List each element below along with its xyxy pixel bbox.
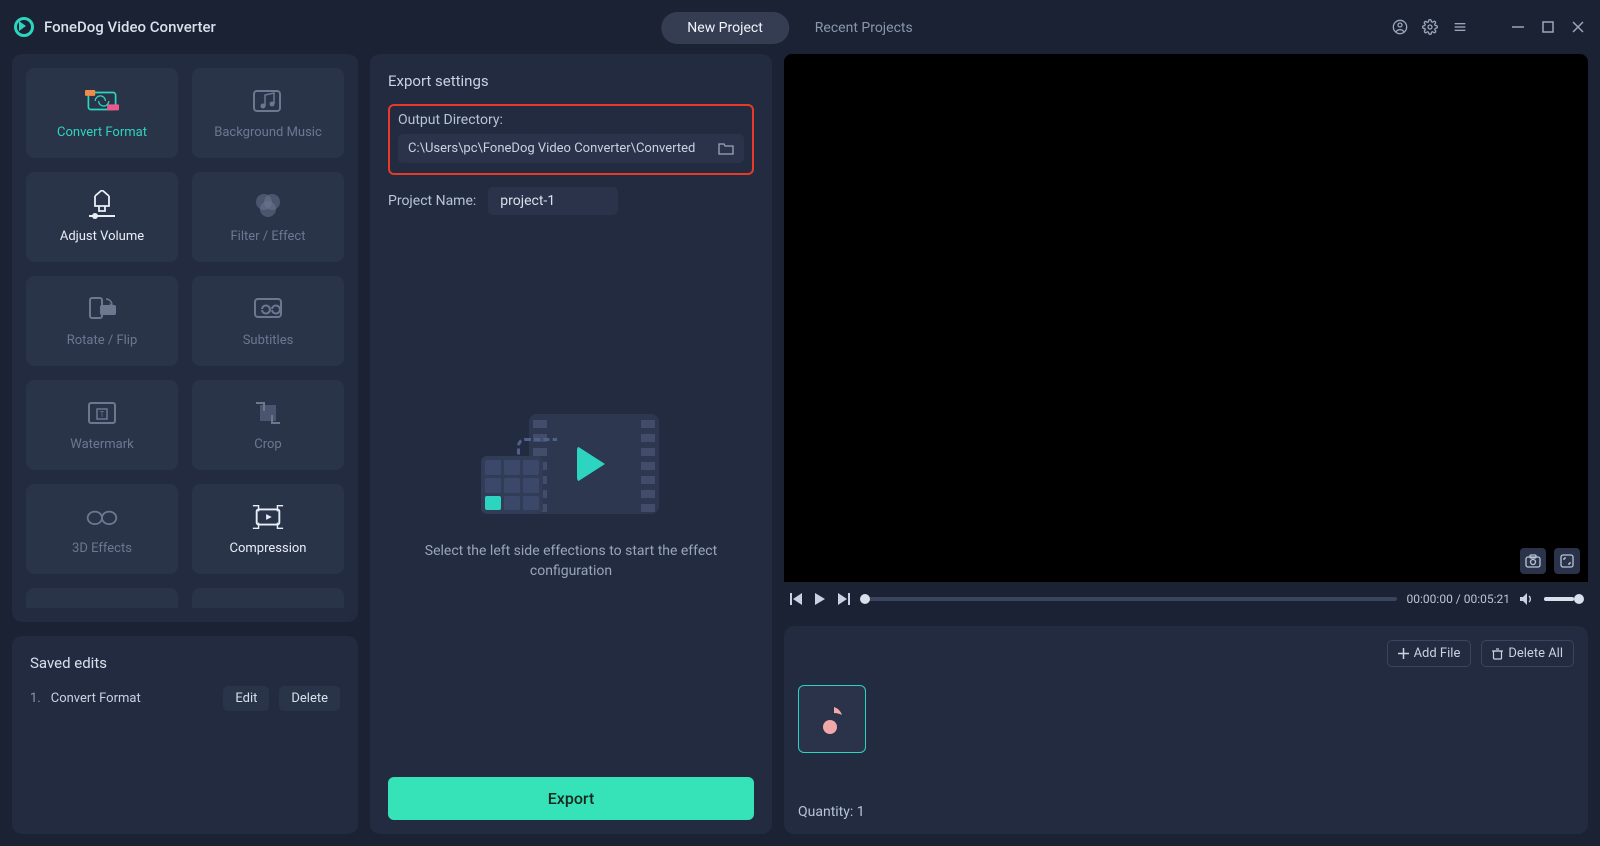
account-icon[interactable] bbox=[1392, 19, 1408, 35]
effect-adjust-volume[interactable]: Adjust Volume bbox=[26, 172, 178, 262]
saved-edits-title: Saved edits bbox=[30, 654, 340, 672]
tile-label: Compression bbox=[230, 541, 307, 556]
convert-format-icon bbox=[85, 87, 119, 115]
3d-glasses-icon bbox=[85, 503, 119, 531]
delete-all-button[interactable]: Delete All bbox=[1481, 640, 1574, 667]
illustration-area: Select the left side effections to start… bbox=[388, 215, 754, 777]
saved-edit-row: 1. Convert Format Edit Delete bbox=[30, 686, 340, 711]
effect-extra-1[interactable] bbox=[26, 588, 178, 608]
export-button[interactable]: Export bbox=[388, 777, 754, 820]
output-directory-value: C:\Users\pc\FoneDog Video Converter\Conv… bbox=[408, 141, 718, 156]
watermark-icon: T bbox=[85, 399, 119, 427]
snapshot-icon[interactable] bbox=[1520, 548, 1546, 574]
tile-label: Crop bbox=[254, 437, 281, 452]
tile-label: Convert Format bbox=[57, 125, 147, 140]
project-name-label: Project Name: bbox=[388, 193, 476, 209]
titlebar: FoneDog Video Converter New Project Rece… bbox=[0, 0, 1600, 54]
player-controls: 00:00:00 / 00:05:21 bbox=[784, 582, 1588, 616]
crop-icon bbox=[251, 399, 285, 427]
time-display: 00:00:00 / 00:05:21 bbox=[1407, 592, 1510, 606]
tab-new-project[interactable]: New Project bbox=[661, 12, 789, 44]
tile-label: Filter / Effect bbox=[231, 229, 306, 244]
project-name-row: Project Name: project-1 bbox=[388, 187, 754, 215]
close-icon[interactable] bbox=[1570, 19, 1586, 35]
delete-all-label: Delete All bbox=[1508, 646, 1563, 661]
titlebar-right bbox=[1392, 19, 1586, 35]
tile-label: 3D Effects bbox=[72, 541, 132, 556]
tile-label: Rotate / Flip bbox=[67, 333, 138, 348]
tile-label: Watermark bbox=[70, 437, 133, 452]
effect-filter-effect[interactable]: Filter / Effect bbox=[192, 172, 344, 262]
file-thumbnails bbox=[798, 685, 1574, 753]
files-panel: Add File Delete All Quantity: 1 bbox=[784, 626, 1588, 834]
files-toolbar: Add File Delete All bbox=[798, 640, 1574, 667]
output-directory-group: Output Directory: C:\Users\pc\FoneDog Vi… bbox=[388, 104, 754, 175]
saved-edit-name: Convert Format bbox=[51, 691, 214, 706]
effect-3d-effects[interactable]: 3D Effects bbox=[26, 484, 178, 574]
video-preview[interactable] bbox=[784, 54, 1588, 582]
compression-icon bbox=[251, 503, 285, 531]
play-icon[interactable] bbox=[814, 593, 826, 605]
quantity-label: Quantity: 1 bbox=[798, 804, 1574, 820]
fullscreen-icon[interactable] bbox=[1554, 548, 1580, 574]
saved-edit-button[interactable]: Edit bbox=[223, 686, 269, 711]
music-icon bbox=[251, 87, 285, 115]
sidebar: Convert Format Background Music Adjust V… bbox=[12, 54, 358, 834]
placeholder-illustration-icon bbox=[481, 410, 661, 518]
effect-crop[interactable]: Crop bbox=[192, 380, 344, 470]
volume-slider[interactable] bbox=[1544, 597, 1582, 601]
browse-folder-icon[interactable] bbox=[718, 142, 734, 156]
settings-icon[interactable] bbox=[1422, 19, 1438, 35]
next-icon[interactable] bbox=[836, 593, 850, 605]
output-directory-label: Output Directory: bbox=[398, 112, 744, 128]
filter-icon bbox=[251, 191, 285, 219]
saved-delete-button[interactable]: Delete bbox=[279, 686, 340, 711]
volume-icon[interactable] bbox=[1520, 593, 1534, 605]
svg-text:T: T bbox=[100, 410, 105, 419]
export-hint-text: Select the left side effections to start… bbox=[388, 542, 754, 581]
seek-slider[interactable] bbox=[860, 597, 1397, 601]
effect-convert-format[interactable]: Convert Format bbox=[26, 68, 178, 158]
rotate-icon bbox=[85, 295, 119, 323]
tab-group: New Project Recent Projects bbox=[661, 12, 938, 44]
minimize-icon[interactable] bbox=[1510, 19, 1526, 35]
right-panel: 00:00:00 / 00:05:21 Add File Delete All bbox=[784, 54, 1588, 834]
music-file-icon bbox=[818, 703, 846, 735]
export-panel: Export settings Output Directory: C:\Use… bbox=[370, 54, 772, 834]
effect-extra-2[interactable] bbox=[192, 588, 344, 608]
tile-label: Background Music bbox=[214, 125, 322, 140]
tab-recent-projects[interactable]: Recent Projects bbox=[789, 12, 939, 44]
preview-tools bbox=[1520, 548, 1580, 574]
app-title: FoneDog Video Converter bbox=[44, 18, 216, 36]
tile-label: Subtitles bbox=[243, 333, 294, 348]
prev-icon[interactable] bbox=[790, 593, 804, 605]
project-name-input[interactable]: project-1 bbox=[488, 187, 618, 215]
effect-subtitles[interactable]: Subtitles bbox=[192, 276, 344, 366]
subtitles-icon bbox=[251, 295, 285, 323]
maximize-icon[interactable] bbox=[1540, 19, 1556, 35]
add-file-label: Add File bbox=[1414, 646, 1461, 661]
saved-edit-index: 1. bbox=[30, 691, 41, 706]
add-file-button[interactable]: Add File bbox=[1387, 640, 1472, 667]
effect-watermark[interactable]: T Watermark bbox=[26, 380, 178, 470]
effect-compression[interactable]: Compression bbox=[192, 484, 344, 574]
app-logo-icon bbox=[14, 17, 34, 37]
main-layout: Convert Format Background Music Adjust V… bbox=[0, 54, 1600, 846]
export-section-title: Export settings bbox=[388, 72, 754, 90]
effects-panel: Convert Format Background Music Adjust V… bbox=[12, 54, 358, 622]
effects-grid: Convert Format Background Music Adjust V… bbox=[26, 68, 344, 608]
effect-background-music[interactable]: Background Music bbox=[192, 68, 344, 158]
saved-edits-panel: Saved edits 1. Convert Format Edit Delet… bbox=[12, 636, 358, 834]
output-directory-input[interactable]: C:\Users\pc\FoneDog Video Converter\Conv… bbox=[398, 134, 744, 163]
file-thumbnail[interactable] bbox=[798, 685, 866, 753]
volume-icon bbox=[85, 191, 119, 219]
tile-label: Adjust Volume bbox=[60, 229, 144, 244]
menu-icon[interactable] bbox=[1452, 19, 1468, 35]
effect-rotate-flip[interactable]: Rotate / Flip bbox=[26, 276, 178, 366]
